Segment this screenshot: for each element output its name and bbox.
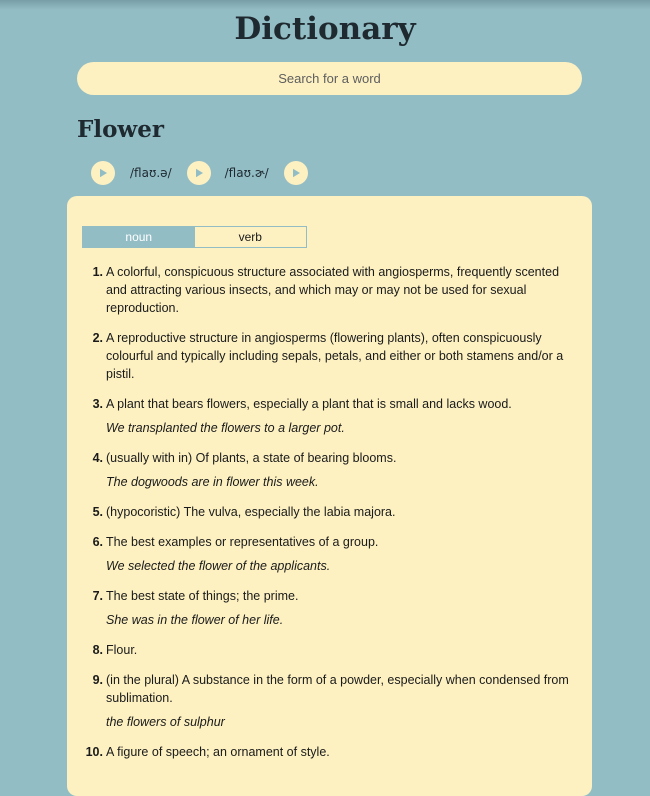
play-icon bbox=[100, 168, 107, 178]
definition-text: A colorful, conspicuous structure associ… bbox=[106, 265, 560, 315]
definition-text: The best examples or representatives of … bbox=[106, 535, 379, 549]
definition-text: A plant that bears flowers, especially a… bbox=[106, 397, 512, 411]
pronunciation-row: /flaʊ.ə/ /flaʊ.ɚ/ bbox=[91, 161, 308, 185]
definition-number: 8. bbox=[92, 643, 103, 657]
search-bar[interactable] bbox=[77, 62, 582, 95]
phonetic-text: /flaʊ.ɚ/ bbox=[224, 166, 269, 180]
definition-number: 1. bbox=[92, 265, 103, 279]
definition-text: (usually with in) Of plants, a state of … bbox=[106, 451, 397, 465]
definition-list: 1. A colorful, conspicuous structure asso… bbox=[86, 263, 581, 773]
definition-number: 9. bbox=[92, 673, 103, 687]
search-input[interactable] bbox=[77, 62, 582, 95]
app-title: Dictionary bbox=[234, 11, 416, 47]
definition-item: 10. A figure of speech; an ornament of st… bbox=[86, 743, 581, 761]
definition-text: (hypocoristic) The vulva, especially the… bbox=[106, 505, 396, 519]
definition-item: 8. Flour. bbox=[93, 641, 581, 659]
top-shadow bbox=[0, 0, 650, 10]
play-audio-button[interactable] bbox=[186, 161, 211, 185]
definition-text: The best state of things; the prime. bbox=[106, 589, 299, 603]
definition-number: 3. bbox=[92, 397, 103, 411]
definition-number: 10. bbox=[85, 745, 103, 759]
definition-text: A reproductive structure in angiosperms … bbox=[106, 331, 564, 381]
definition-number: 4. bbox=[92, 451, 103, 465]
play-icon bbox=[292, 168, 300, 178]
definition-example: We selected the flower of the applicants… bbox=[106, 559, 331, 573]
definition-text: Flour. bbox=[106, 643, 138, 657]
definition-item: 9. (in the plural) A substance in the for… bbox=[93, 671, 581, 731]
definition-item: 4. (usually with in) Of plants, a state o… bbox=[93, 449, 581, 491]
definition-text: (in the plural) A substance in the form … bbox=[106, 673, 569, 705]
phonetic-text: /flaʊ.ə/ bbox=[130, 166, 172, 180]
definition-example: We transplanted the flowers to a larger … bbox=[106, 421, 345, 435]
definition-number: 6. bbox=[92, 535, 103, 549]
play-audio-button[interactable] bbox=[283, 161, 308, 185]
definition-example: She was in the flower of her life. bbox=[106, 613, 284, 627]
definition-item: 7. The best state of things; the prime. Sh… bbox=[93, 587, 581, 629]
definition-item: 6. The best examples or representatives o… bbox=[93, 533, 581, 575]
definition-number: 7. bbox=[92, 589, 103, 603]
definition-item: 1. A colorful, conspicuous structure asso… bbox=[93, 263, 581, 317]
part-of-speech-tabs: noun verb bbox=[82, 226, 307, 248]
definition-panel: noun verb 1. A colorful, conspicuous stru… bbox=[67, 196, 592, 796]
definition-example: the flowers of sulphur bbox=[106, 715, 225, 729]
tab-verb[interactable]: verb bbox=[194, 227, 306, 247]
definition-example: The dogwoods are in flower this week. bbox=[106, 475, 319, 489]
definition-item: 3. A plant that bears flowers, especially… bbox=[93, 395, 581, 437]
definition-number: 5. bbox=[92, 505, 103, 519]
word-title: Flower bbox=[77, 116, 164, 143]
tab-noun[interactable]: noun bbox=[83, 227, 195, 247]
play-audio-button[interactable] bbox=[91, 161, 115, 185]
definition-item: 5. (hypocoristic) The vulva, especially t… bbox=[93, 503, 581, 521]
definition-text: A figure of speech; an ornament of style… bbox=[106, 745, 330, 759]
play-icon bbox=[195, 168, 203, 178]
definition-item: 2. A reproductive structure in angiosperm… bbox=[93, 329, 581, 383]
definition-number: 2. bbox=[92, 331, 103, 345]
